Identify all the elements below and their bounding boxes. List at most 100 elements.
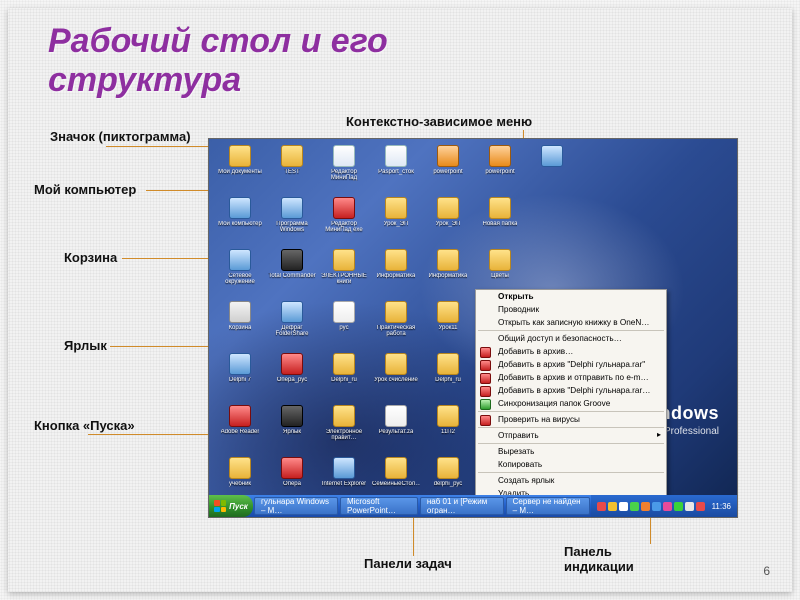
desktop-icon[interactable]: TEST [267, 145, 317, 195]
file-icon [229, 353, 251, 375]
desktop-icon[interactable]: Total Commander [267, 249, 317, 299]
icon-label: Ярлык [283, 429, 301, 435]
desktop-icon[interactable]: Pasport_сток [371, 145, 421, 195]
menu-item[interactable]: Добавить в архив… [476, 345, 666, 358]
tray-icon[interactable] [641, 502, 650, 511]
menu-item[interactable]: Проводник [476, 303, 666, 316]
callout-recycle-line [122, 258, 208, 259]
desktop-icon[interactable]: Delphi_ru [319, 353, 369, 403]
icon-label: Total Commander [268, 273, 315, 279]
desktop-icon[interactable]: Редактор МиниПад exe [319, 197, 369, 247]
desktop-icon[interactable]: powerpoint [475, 145, 525, 195]
icon-label: Редактор МиниПад exe [320, 221, 368, 233]
callout-shortcut-line [110, 346, 208, 347]
desktop-icon[interactable]: Урок счисление [371, 353, 421, 403]
taskbar-button[interactable]: Сервер не найден – M… [506, 497, 590, 515]
desktop-icon[interactable]: Урок_ЭП [423, 197, 473, 247]
icon-label: Pasport_сток [378, 169, 414, 175]
desktop-icon[interactable]: Программа Windows [267, 197, 317, 247]
menu-item[interactable]: Вырезать [476, 445, 666, 458]
tray-icon[interactable] [685, 502, 694, 511]
desktop-icon[interactable]: Урок_ЭП [371, 197, 421, 247]
file-icon [333, 301, 355, 323]
clock: 11:36 [712, 502, 731, 511]
menu-item[interactable]: Добавить в архив и отправить по e-mail… [476, 371, 666, 384]
desktop-icon[interactable]: Мой компьютер [215, 197, 265, 247]
tray-icon[interactable] [630, 502, 639, 511]
menu-item[interactable]: Копировать [476, 458, 666, 471]
taskbar-button[interactable]: гульнара Windows – M… [254, 497, 338, 515]
desktop-icon[interactable]: Ярлык [267, 405, 317, 455]
icon-label: Урок_ЭП [384, 221, 409, 227]
icon-label: Урок_ЭП [436, 221, 461, 227]
taskbar-button[interactable]: Microsoft PowerPoint… [340, 497, 418, 515]
desktop-icon[interactable]: Информатика [371, 249, 421, 299]
file-icon [281, 353, 303, 375]
start-button[interactable]: Пуск [209, 495, 253, 517]
system-tray[interactable]: 11:36 [591, 495, 737, 517]
file-icon [437, 145, 459, 167]
file-icon [281, 249, 303, 271]
file-icon [385, 249, 407, 271]
tray-icon[interactable] [619, 502, 628, 511]
menu-item[interactable]: Добавить в архив "Delphi гульнара.rar" [476, 358, 666, 371]
file-icon [437, 197, 459, 219]
icon-label: Adobe Reader [221, 429, 260, 435]
desktop-icon[interactable]: Мои документы [215, 145, 265, 195]
file-icon [385, 457, 407, 479]
tray-icon[interactable] [597, 502, 606, 511]
desktop-icon[interactable]: Дефраг FolderShare [267, 301, 317, 351]
icon-label: Дефраг FolderShare [268, 325, 316, 337]
desktop-icon[interactable]: powerpoint [423, 145, 473, 195]
file-icon [541, 145, 563, 167]
file-icon [437, 353, 459, 375]
menu-item[interactable]: Открыть [476, 290, 666, 303]
file-icon [385, 405, 407, 427]
taskbar-button[interactable]: наб 01 и [Режим огран… [420, 497, 504, 515]
icon-label: Результат.za [379, 429, 414, 435]
tray-icon[interactable] [608, 502, 617, 511]
tray-icons [597, 502, 705, 511]
icon-label: рус [339, 325, 348, 331]
tray-icon[interactable] [696, 502, 705, 511]
taskbar: Пуск гульнара Windows – M…Microsoft Powe… [209, 495, 737, 517]
menu-item[interactable]: Общий доступ и безопасность… [476, 332, 666, 345]
desktop-icon[interactable]: Adobe Reader [215, 405, 265, 455]
desktop-icon[interactable]: Опера_рус [267, 353, 317, 403]
file-icon [333, 145, 355, 167]
desktop-icon[interactable] [527, 197, 577, 247]
desktop-icon[interactable]: рус [319, 301, 369, 351]
desktop-icon[interactable]: Электронное правит… [319, 405, 369, 455]
label-start: Кнопка «Пуска» [34, 418, 135, 433]
desktop-icon[interactable]: Практическая работа [371, 301, 421, 351]
menu-item[interactable]: Синхронизация папок Groove [476, 397, 666, 410]
file-icon [437, 301, 459, 323]
desktop-icon[interactable]: Delphi_ru [423, 353, 473, 403]
tray-icon[interactable] [674, 502, 683, 511]
desktop-icon[interactable]: Результат.za [371, 405, 421, 455]
icon-label: ЭЛЕКТРОННЫЕ книги [320, 273, 368, 285]
desktop-icon[interactable]: 11П2 [423, 405, 473, 455]
desktop-icon[interactable]: Корзина [215, 301, 265, 351]
desktop-icon[interactable]: Информатика [423, 249, 473, 299]
icon-label: TEST [284, 169, 299, 175]
context-menu[interactable]: ОткрытьПроводникОткрыть как записную кни… [475, 289, 667, 518]
callout-mycomp-line [146, 190, 208, 191]
menu-item[interactable]: Отправить [476, 429, 666, 442]
file-icon [229, 301, 251, 323]
desktop-icon[interactable]: Сетевое окружение [215, 249, 265, 299]
file-icon [229, 405, 251, 427]
icon-label: Опера [283, 481, 301, 487]
menu-item[interactable]: Добавить в архив "Delphi гульнара.rar" и… [476, 384, 666, 397]
desktop-icon[interactable]: Delphi 7 [215, 353, 265, 403]
tray-icon[interactable] [652, 502, 661, 511]
desktop-icon[interactable]: Урок11 [423, 301, 473, 351]
desktop-icon[interactable] [527, 145, 577, 195]
menu-item[interactable]: Открыть как записную книжку в OneNote [476, 316, 666, 329]
desktop-icon[interactable]: Новая папка [475, 197, 525, 247]
menu-item[interactable]: Проверить на вирусы [476, 413, 666, 426]
tray-icon[interactable] [663, 502, 672, 511]
desktop-icon[interactable]: Редактор МиниПад [319, 145, 369, 195]
desktop-icon[interactable]: ЭЛЕКТРОННЫЕ книги [319, 249, 369, 299]
menu-item[interactable]: Создать ярлык [476, 474, 666, 487]
